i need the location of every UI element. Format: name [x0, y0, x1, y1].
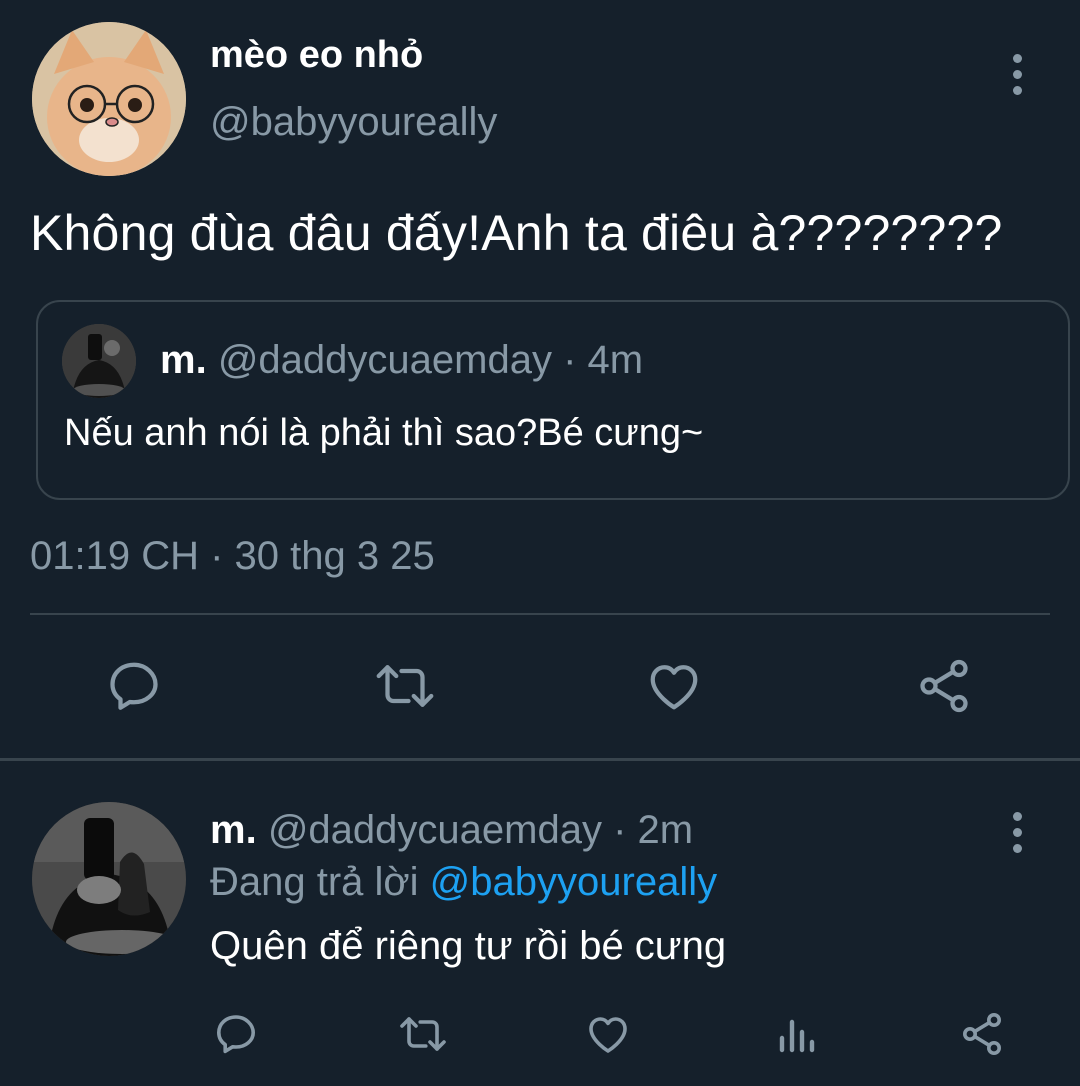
- retweet-icon[interactable]: [372, 656, 438, 716]
- quoted-separator: ·: [563, 338, 577, 382]
- replying-to-line: Đang trả lời @babyyoureally: [210, 860, 717, 905]
- reply-more-options-icon[interactable]: [1011, 812, 1023, 853]
- quoted-time: 4m: [587, 338, 644, 382]
- divider: [30, 613, 1050, 615]
- tweet-timestamp[interactable]: 01:19 CH · 30 thg 3 25: [30, 534, 435, 579]
- quoted-tweet-card[interactable]: [36, 300, 1070, 500]
- share-icon[interactable]: [958, 1010, 1006, 1058]
- quoted-tweet-text: Nếu anh nói là phải thì sao?Bé cưng~: [64, 412, 704, 454]
- reply-display-name[interactable]: m.: [210, 808, 257, 852]
- tweet-separator: [0, 758, 1080, 761]
- quoted-display-name: m.: [160, 338, 207, 382]
- analytics-icon[interactable]: [774, 1010, 818, 1058]
- main-display-name[interactable]: mèo eo nhỏ: [210, 34, 423, 77]
- reply-time: 2m: [637, 808, 694, 852]
- replying-to-mention[interactable]: @babyyoureally: [430, 860, 717, 904]
- retweet-icon[interactable]: [396, 1010, 450, 1058]
- like-icon[interactable]: [584, 1010, 632, 1058]
- reply-header: m. @daddycuaemday · 2m: [210, 808, 693, 853]
- avatar-reply-user[interactable]: [32, 802, 186, 956]
- quoted-avatar: [62, 324, 136, 398]
- replying-to-prefix: Đang trả lời: [210, 860, 419, 904]
- like-icon[interactable]: [644, 656, 704, 716]
- reply-icon[interactable]: [212, 1010, 260, 1058]
- reply-handle[interactable]: @daddycuaemday: [268, 808, 602, 852]
- main-more-options-icon[interactable]: [1011, 54, 1023, 95]
- quoted-header: m. @daddycuaemday · 4m: [160, 338, 643, 383]
- main-handle[interactable]: @babyyoureally: [210, 100, 497, 145]
- reply-tweet-text: Quên để riêng tư rồi bé cưng: [210, 924, 727, 968]
- share-icon[interactable]: [914, 656, 974, 716]
- reply-separator: ·: [613, 808, 627, 852]
- avatar-main-user[interactable]: [32, 22, 186, 176]
- main-tweet-text: Không đùa đâu đấy!Anh ta điêu à????????: [30, 205, 1003, 261]
- reply-icon[interactable]: [104, 656, 164, 716]
- quoted-handle: @daddycuaemday: [217, 338, 552, 382]
